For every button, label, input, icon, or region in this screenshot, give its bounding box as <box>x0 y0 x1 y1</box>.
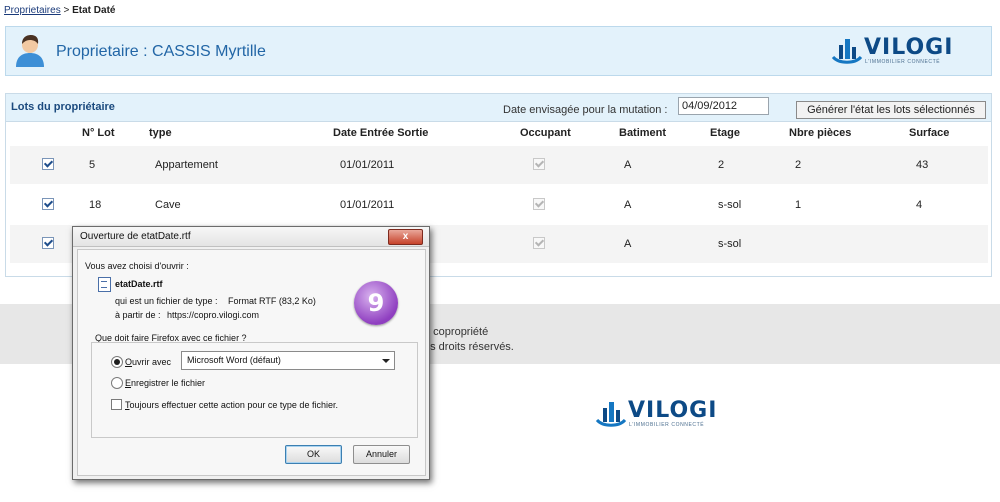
save-file-radio[interactable] <box>111 377 123 389</box>
footer-line-rights: us droits réservés. <box>424 341 514 353</box>
user-avatar-icon <box>14 33 46 70</box>
cell-date: 01/01/2011 <box>340 199 395 211</box>
column-header-type: type <box>149 127 172 139</box>
vilogi-logo-word: VILOGI <box>864 35 954 60</box>
table-row: 18 Cave 01/01/2011 A s-sol 1 4 <box>10 186 988 224</box>
mutation-date-label: Date envisagée pour la mutation : <box>503 104 668 116</box>
table-row: 5 Appartement 01/01/2011 A 2 2 43 <box>10 146 988 184</box>
cell-surface: 4 <box>916 199 923 211</box>
lots-title: Lots du propriétaire <box>11 101 115 113</box>
close-icon: x <box>402 231 409 242</box>
breadcrumb-current: Etat Daté <box>72 5 116 16</box>
open-with-app-select[interactable]: Microsoft Word (défaut) <box>181 351 395 370</box>
column-header-date: Date Entrée Sortie <box>333 127 429 139</box>
occupant-checkbox <box>533 237 545 249</box>
vilogi-logo-tagline: L'IMMOBILIER CONNECTÉ <box>865 59 941 65</box>
vilogi-logo-icon <box>595 402 627 427</box>
cell-surface: 43 <box>916 159 929 171</box>
cell-type: Appartement <box>155 159 218 171</box>
cell-batiment: A <box>624 199 632 211</box>
cell-etage: s-sol <box>718 199 742 211</box>
occupant-checkbox <box>533 158 545 170</box>
column-header-occupant: Occupant <box>520 127 571 139</box>
column-header-pieces: Nbre pièces <box>789 127 852 139</box>
always-do-label[interactable]: Toujours effectuer cette action pour ce … <box>125 400 338 410</box>
vilogi-logo: VILOGI L'IMMOBILIER CONNECTÉ <box>831 33 961 67</box>
cell-etage: 2 <box>718 159 725 171</box>
dialog-intro: Vous avez choisi d'ouvrir : <box>85 261 189 271</box>
cell-pieces: 1 <box>795 199 802 211</box>
dialog-title: Ouverture de etatDate.rtf <box>80 231 191 242</box>
breadcrumb-link-proprietaires[interactable]: Proprietaires <box>4 5 61 16</box>
dialog-body: Vous avez choisi d'ouvrir : etatDate.rtf… <box>77 249 426 476</box>
footer-line-copro: e copropriété <box>424 326 489 338</box>
vilogi-logo-word: VILOGI <box>628 398 718 423</box>
column-header-surface: Surface <box>909 127 950 139</box>
open-with-app-value: Microsoft Word (défaut) <box>187 355 281 365</box>
generate-state-button[interactable]: Générer l'état les lots sélectionnés <box>796 101 986 119</box>
file-open-dialog: Ouverture de etatDate.rtf x Vous avez ch… <box>72 226 430 480</box>
lots-header: Lots du propriétaire Date envisagée pour… <box>6 94 991 122</box>
occupant-checkbox <box>533 198 545 210</box>
row-select-checkbox[interactable] <box>42 158 54 170</box>
save-file-label[interactable]: Enregistrer le fichier <box>125 378 205 388</box>
open-with-radio[interactable] <box>111 356 123 368</box>
cancel-button[interactable]: Annuler <box>353 445 410 464</box>
cell-batiment: A <box>624 238 632 250</box>
file-source-label: à partir de : <box>115 310 161 320</box>
always-do-checkbox[interactable] <box>111 399 122 410</box>
ok-button[interactable]: OK <box>285 445 342 464</box>
dialog-titlebar[interactable]: Ouverture de etatDate.rtf x <box>73 227 429 247</box>
file-type-value: Format RTF (83,2 Ko) <box>228 296 316 306</box>
dialog-filename: etatDate.rtf <box>115 279 163 289</box>
column-header-lot: N° Lot <box>82 127 115 139</box>
file-type-label: qui est un fichier de type : <box>115 296 218 306</box>
vilogi-logo-icon <box>831 39 863 64</box>
rtf-file-icon <box>98 277 111 292</box>
step-badge: 9 <box>354 281 398 325</box>
cell-batiment: A <box>624 159 632 171</box>
chevron-down-icon <box>382 359 390 363</box>
row-select-checkbox[interactable] <box>42 198 54 210</box>
row-select-checkbox[interactable] <box>42 237 54 249</box>
open-with-label[interactable]: Ouvrir avec <box>125 357 171 367</box>
cell-etage: s-sol <box>718 238 742 250</box>
mutation-date-input[interactable]: 04/09/2012 <box>678 97 769 115</box>
cell-type: Cave <box>155 199 181 211</box>
file-source-value: https://copro.vilogi.com <box>167 310 260 320</box>
owner-title: Proprietaire : CASSIS Myrtille <box>56 43 266 60</box>
cell-date: 01/01/2011 <box>340 159 395 171</box>
cell-lot: 5 <box>89 159 96 171</box>
column-header-etage: Etage <box>710 127 740 139</box>
owner-banner: Proprietaire : CASSIS Myrtille VILOGI L'… <box>5 26 992 76</box>
breadcrumb: Proprietaires > Etat Daté <box>4 5 115 16</box>
close-button[interactable]: x <box>388 229 423 245</box>
column-header-batiment: Batiment <box>619 127 667 139</box>
breadcrumb-separator: > <box>60 5 73 16</box>
cell-pieces: 2 <box>795 159 802 171</box>
vilogi-logo-footer: VILOGI L'IMMOBILIER CONNECTÉ <box>595 396 725 430</box>
vilogi-logo-tagline: L'IMMOBILIER CONNECTÉ <box>629 422 705 428</box>
cell-lot: 18 <box>89 199 102 211</box>
